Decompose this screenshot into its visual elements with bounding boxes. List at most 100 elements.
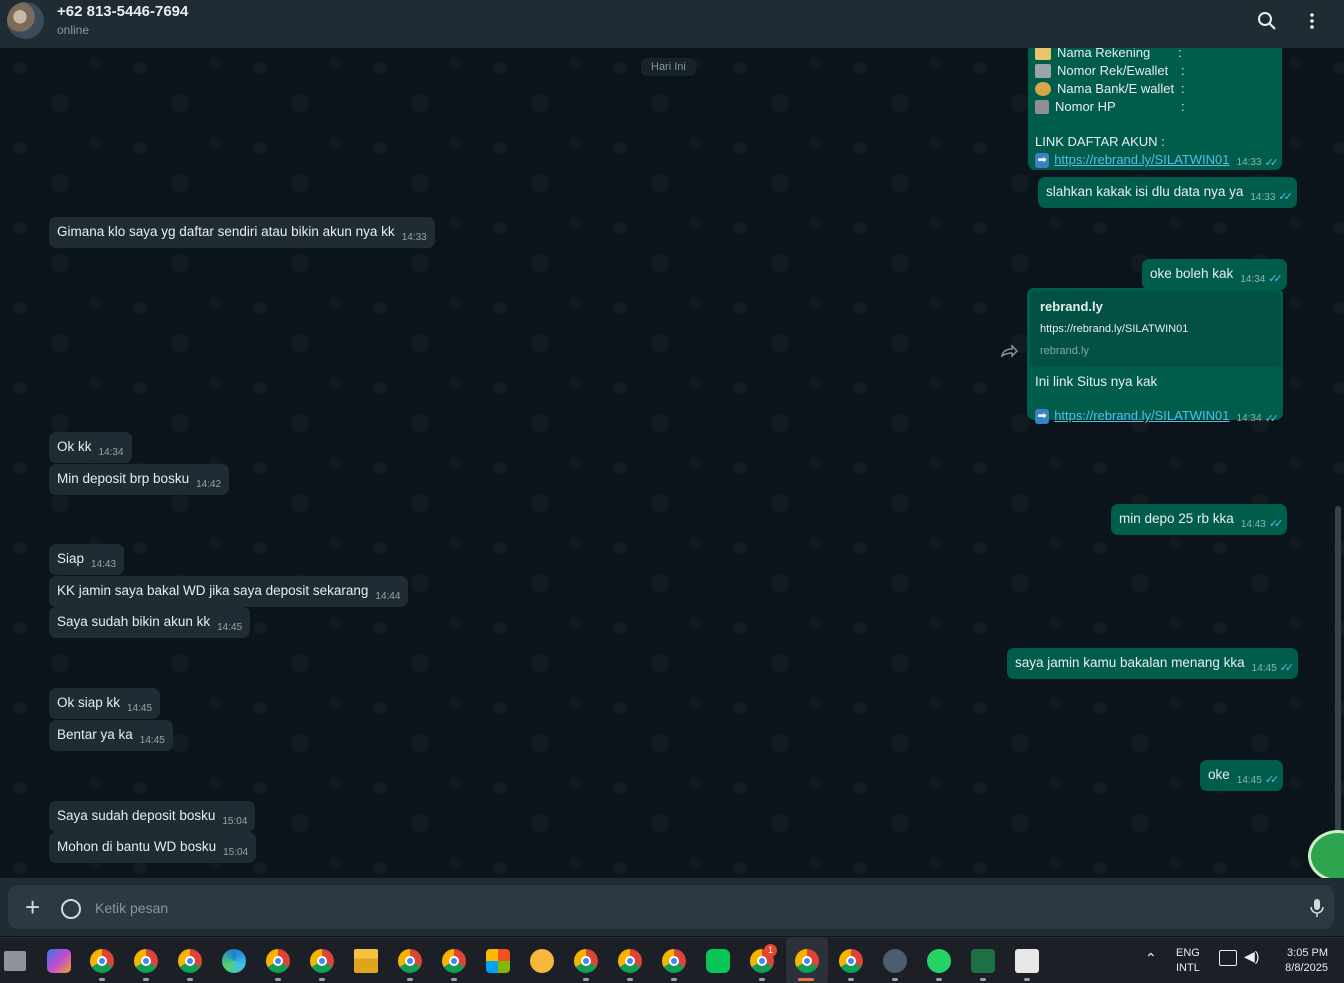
chrome-profile-icon[interactable] <box>618 949 642 973</box>
message-out[interactable]: oke boleh kak 14:34 ✓✓ <box>1142 259 1287 290</box>
keyboard-app-icon[interactable] <box>1015 949 1039 973</box>
arrow-right-icon: ➡ <box>1035 152 1050 168</box>
line-app-icon[interactable] <box>706 949 730 973</box>
chrome-profile-icon[interactable] <box>134 949 158 973</box>
network-icon[interactable] <box>1219 950 1237 966</box>
message-out[interactable]: oke 14:45 ✓✓ <box>1200 760 1284 791</box>
app-dot <box>143 978 149 981</box>
chat-scrollbar[interactable] <box>1335 506 1341 878</box>
app-dot <box>451 978 457 981</box>
message-in[interactable]: Bentar ya ka 14:45 <box>49 720 173 751</box>
copilot-icon[interactable] <box>47 949 71 973</box>
app-dot <box>759 978 765 981</box>
edge-icon[interactable] <box>222 949 246 973</box>
form-link-line: ➡ https://rebrand.ly/SILATWIN01 14:33 ✓✓ <box>1035 151 1280 169</box>
arrow-right-icon: ➡ <box>1035 408 1050 424</box>
phone-icon <box>1035 100 1049 114</box>
app-dot <box>407 978 413 981</box>
forward-icon[interactable] <box>1000 344 1018 358</box>
vpn-shield-icon[interactable] <box>883 949 907 973</box>
read-ticks-icon: ✓✓ <box>1264 774 1280 786</box>
read-ticks-icon: ✓✓ <box>1268 518 1284 530</box>
message-placeholder: Ketik pesan <box>95 900 169 916</box>
chrome-profile-icon[interactable] <box>266 949 290 973</box>
volume-icon[interactable]: ◀) <box>1244 949 1259 964</box>
menu-icon[interactable] <box>1299 8 1325 34</box>
input-language[interactable]: ENG INTL <box>1176 946 1200 976</box>
message-link[interactable]: https://rebrand.ly/SILATWIN01 <box>1054 407 1229 425</box>
app-dot <box>187 978 193 981</box>
chrome-profile-icon[interactable] <box>574 949 598 973</box>
read-ticks-icon: ✓✓ <box>1268 273 1283 285</box>
chrome-profile-icon[interactable] <box>178 949 202 973</box>
attach-plus-icon[interactable]: + <box>25 894 40 920</box>
chrome-profile-icon[interactable] <box>839 949 863 973</box>
message-in[interactable]: Ok kk 14:34 <box>49 432 132 463</box>
contact-name[interactable]: +62 813-5446-7694 <box>57 3 188 20</box>
form-line: Nomor Rek/Ewallet: <box>1035 62 1275 80</box>
app-dot <box>936 978 942 981</box>
message-in[interactable]: KK jamin saya bakal WD jika saya deposit… <box>49 576 409 607</box>
link-message[interactable]: rebrand.ly https://rebrand.ly/SILATWIN01… <box>1027 288 1283 425</box>
message-input[interactable]: + Ketik pesan <box>8 885 1334 929</box>
app-dot <box>319 978 325 981</box>
app-dot <box>627 978 633 981</box>
message-in[interactable]: Siap 14:43 <box>49 544 125 575</box>
store-icon[interactable] <box>486 949 510 973</box>
link-heading: LINK DAFTAR AKUN : <box>1035 134 1165 149</box>
message-out[interactable]: slahkan kakak isi dlu data nya ya 14:33 ✓✓ <box>1038 177 1297 208</box>
microphone-icon[interactable] <box>1308 898 1326 918</box>
chrome-active-icon[interactable] <box>795 949 819 973</box>
file-explorer-icon[interactable] <box>354 949 378 973</box>
chrome-icon[interactable] <box>90 949 114 973</box>
form-message[interactable]: Nama Rekening: Nomor Rek/Ewallet: Nama B… <box>1028 48 1282 170</box>
form-line: Nomor HP: <box>1035 98 1275 116</box>
read-ticks-icon: ✓✓ <box>1264 413 1280 425</box>
clock[interactable]: 3:05 PM 8/8/2025 <box>1272 946 1328 976</box>
chat-area[interactable]: Hari Ini Nama Rekening: Nomor Rek/Ewalle… <box>0 48 1344 878</box>
chrome-profile-icon[interactable] <box>662 949 686 973</box>
contact-status: online <box>57 23 90 37</box>
app-dot <box>848 978 854 981</box>
desktop-icon[interactable] <box>4 951 26 971</box>
contact-avatar[interactable] <box>7 2 44 39</box>
card-icon <box>1035 64 1051 78</box>
link-preview[interactable]: rebrand.ly https://rebrand.ly/SILATWIN01… <box>1030 291 1281 367</box>
message-in[interactable]: Mohon di bantu WD bosku 15:04 <box>49 832 257 863</box>
app-dot <box>583 978 589 981</box>
app-dot <box>99 978 105 981</box>
app-dot <box>892 978 898 981</box>
message-in[interactable]: Ok siap kk 14:45 <box>49 688 161 719</box>
sticker-icon[interactable] <box>61 899 81 919</box>
app-dot <box>980 978 986 981</box>
money-bag-icon <box>1035 82 1051 96</box>
chat-header: +62 813-5446-7694 online <box>0 0 1344 48</box>
read-ticks-icon: ✓✓ <box>1264 157 1280 169</box>
message-out[interactable]: min depo 25 rb kka 14:43 ✓✓ <box>1111 504 1288 535</box>
pencil-icon <box>1035 48 1051 60</box>
app-dot <box>1024 978 1030 981</box>
link-message-text: Ini link Situs nya kak <box>1035 374 1158 389</box>
form-link[interactable]: https://rebrand.ly/SILATWIN01 <box>1054 151 1229 169</box>
active-indicator <box>798 978 814 981</box>
chrome-profile-icon[interactable] <box>398 949 422 973</box>
message-in[interactable]: Min deposit brp bosku 14:42 <box>49 464 230 495</box>
link-message-link-line: ➡ https://rebrand.ly/SILATWIN01 14:34 ✓✓ <box>1030 391 1280 425</box>
chrome-profile-icon[interactable] <box>442 949 466 973</box>
message-in[interactable]: Saya sudah bikin akun kk 14:45 <box>49 607 251 638</box>
chrome-profile-icon[interactable] <box>310 949 334 973</box>
form-line: Nama Rekening: <box>1035 48 1275 62</box>
day-separator: Hari Ini <box>641 58 696 76</box>
read-ticks-icon: ✓✓ <box>1279 662 1295 674</box>
whatsapp-icon[interactable] <box>927 949 951 973</box>
windows-taskbar: 1 ⌃ ENG INTL ◀) 3:05 PM 8/8/2025 <box>0 937 1344 983</box>
message-in[interactable]: Gimana klo saya yg daftar sendiri atau b… <box>49 217 435 248</box>
message-out[interactable]: saya jamin kamu bakalan menang kka 14:45 ✓… <box>1007 648 1299 679</box>
chevron-up-icon[interactable]: ⌃ <box>1145 951 1157 966</box>
excel-icon[interactable] <box>971 949 995 973</box>
message-in[interactable]: Saya sudah deposit bosku 15:04 <box>49 801 256 832</box>
app-dot <box>671 978 677 981</box>
vpn-icon[interactable] <box>530 949 554 973</box>
read-ticks-icon: ✓✓ <box>1278 191 1293 203</box>
search-icon[interactable] <box>1254 8 1280 34</box>
